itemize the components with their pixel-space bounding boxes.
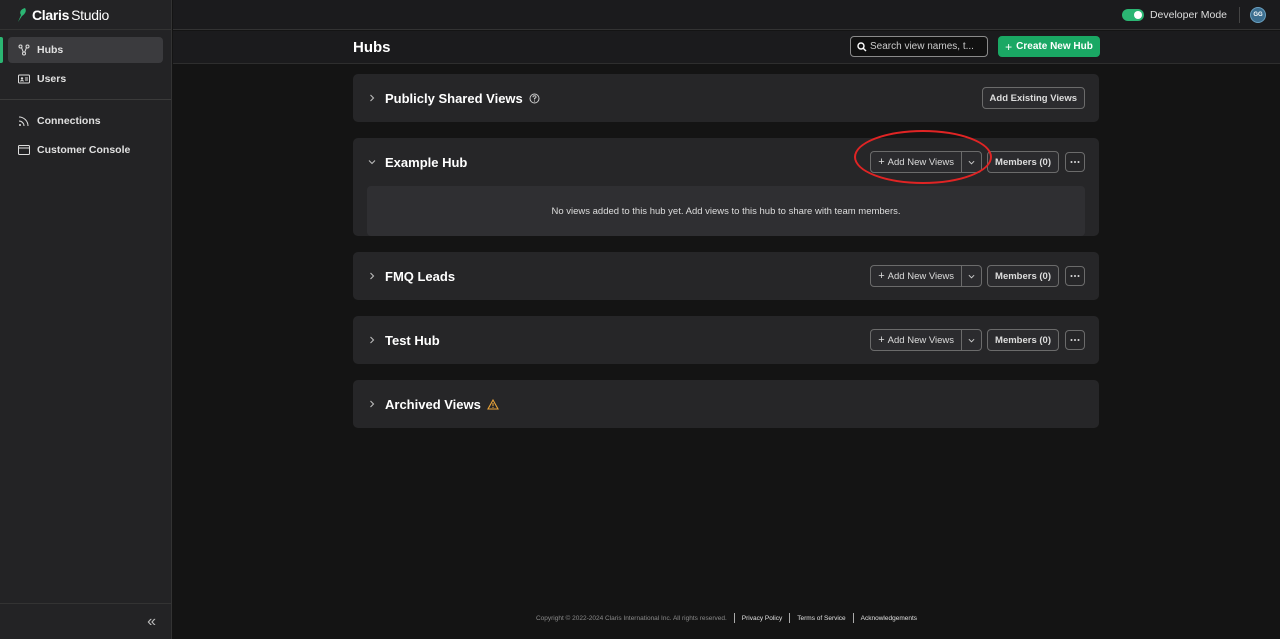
add-new-views-label: Add New Views [887,334,955,346]
window-icon [18,144,30,156]
page-title: Hubs [353,39,391,56]
brand-product: Studio [71,6,110,23]
sidebar-item-hubs[interactable]: Hubs [0,37,163,63]
chevron-down-icon [968,338,975,342]
add-new-views-dropdown[interactable] [961,266,981,286]
add-new-views-dropdown[interactable] [961,152,981,172]
empty-hub-message: No views added to this hub yet. Add view… [367,186,1085,236]
sidebar-item-label: Customer Console [37,144,131,156]
terms-of-service-link[interactable]: Terms of Service [797,615,845,622]
double-chevron-left-icon: « [147,612,156,630]
collapse-sidebar-button[interactable]: « [0,603,172,639]
create-new-hub-button[interactable]: + Create New Hub [998,36,1100,57]
developer-mode-toggle[interactable] [1121,8,1144,21]
add-new-views-button[interactable]: + Add New Views [871,330,961,350]
footer-divider [789,613,791,623]
add-new-views-label: Add New Views [887,156,955,168]
brand[interactable]: Claris Studio [0,0,171,30]
plus-icon: + [878,156,885,168]
ellipsis-icon [1070,275,1080,277]
add-new-views-button[interactable]: + Add New Views [871,266,961,286]
hub-card-actions: + Add New Views Members (0) [870,151,1085,173]
sidebar-item-users[interactable]: Users [8,66,163,92]
ellipsis-icon [1070,161,1080,163]
search-icon [857,41,867,51]
search-input[interactable] [870,41,982,52]
plus-icon: + [1005,39,1013,54]
hub-card-test-hub: Test Hub + Add New Views Members (0) [353,316,1099,364]
hub-card-public: Publicly Shared Views Add Existing Views [353,74,1099,122]
hub-card-header[interactable]: Archived Views [353,380,1099,428]
add-new-views-split-button: + Add New Views [870,329,983,351]
chevron-down-icon [968,274,975,278]
hub-card-actions: + Add New Views Members (0) [870,265,1085,287]
more-options-button[interactable] [1065,266,1085,286]
privacy-policy-link[interactable]: Privacy Policy [742,615,782,622]
chevron-down-icon [367,157,377,167]
sidebar-item-connections[interactable]: Connections [8,108,163,134]
hub-card-archived: Archived Views [353,380,1099,428]
search-box[interactable] [850,36,988,57]
rss-icon [18,115,30,127]
avatar[interactable]: GG [1250,6,1266,23]
topbar-divider [1239,6,1240,23]
footer: Copyright © 2022-2024 Claris Internation… [173,613,1280,623]
footer-divider [733,613,735,623]
more-options-button[interactable] [1065,330,1085,350]
copyright-text: Copyright © 2022-2024 Claris Internation… [535,614,727,622]
claris-logo-icon [18,7,26,22]
hub-card-actions: Add Existing Views [981,87,1085,109]
warning-icon [486,398,499,410]
acknowledgements-link[interactable]: Acknowledgements [861,615,917,622]
add-existing-views-button[interactable]: Add Existing Views [981,87,1085,109]
hub-card-actions: + Add New Views Members (0) [870,329,1085,351]
chevron-right-icon [367,399,377,409]
add-new-views-split-button: + Add New Views [870,265,983,287]
hub-title: Example Hub [385,154,468,170]
hub-list: Publicly Shared Views Add Existing Views… [353,74,1099,444]
sidebar-item-label: Connections [37,115,101,127]
hub-card-example: Example Hub + Add New Views Members (0) … [353,138,1099,236]
help-circle-icon[interactable] [529,93,540,104]
create-new-hub-label: Create New Hub [1016,41,1093,52]
sidebar-item-label: Hubs [37,44,64,56]
hub-title: FMQ Leads [385,268,456,284]
page-header: Hubs + Create New Hub [173,31,1280,64]
footer-divider [852,613,854,623]
sidebar: Claris Studio Hubs Users Connections Cus… [0,0,172,639]
id-card-icon [18,73,30,85]
sidebar-nav: Hubs Users Connections Customer Console [0,30,171,163]
brand-name: Claris [32,6,70,23]
chevron-right-icon [367,93,377,103]
hub-title: Publicly Shared Views [385,90,523,106]
developer-mode-label: Developer Mode [1149,8,1227,21]
add-new-views-label: Add New Views [887,270,955,282]
sidebar-item-label: Users [37,73,67,85]
hub-title: Test Hub [385,332,440,348]
plus-icon: + [878,270,885,282]
hub-icon [18,44,30,56]
members-button[interactable]: Members (0) [987,265,1059,287]
chevron-down-icon [968,160,975,164]
chevron-right-icon [367,271,377,281]
top-bar: Developer Mode GG [173,0,1280,30]
ellipsis-icon [1070,339,1080,341]
plus-icon: + [878,334,885,346]
hub-card-fmq-leads: FMQ Leads + Add New Views Members (0) [353,252,1099,300]
sidebar-item-customer-console[interactable]: Customer Console [8,137,163,163]
members-button[interactable]: Members (0) [987,151,1059,173]
members-button[interactable]: Members (0) [987,329,1059,351]
add-new-views-button[interactable]: + Add New Views [871,152,961,172]
sidebar-divider [0,99,171,100]
add-new-views-dropdown[interactable] [961,330,981,350]
hub-title: Archived Views [385,396,481,412]
chevron-right-icon [367,335,377,345]
add-new-views-split-button: + Add New Views [870,151,983,173]
more-options-button[interactable] [1065,152,1085,172]
